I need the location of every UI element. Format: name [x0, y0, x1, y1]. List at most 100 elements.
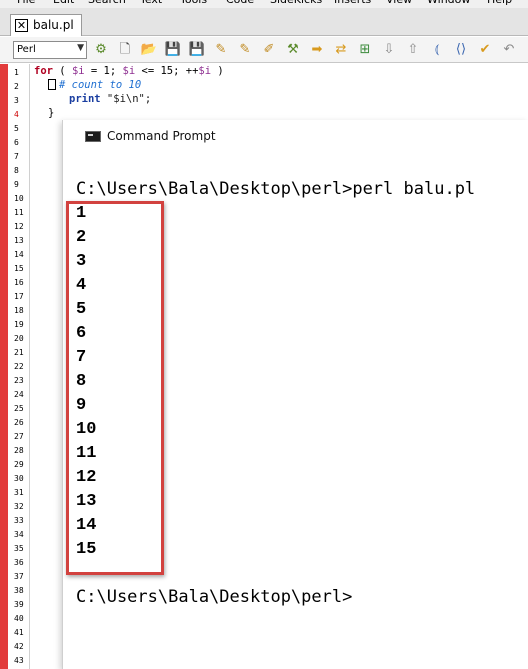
terminal-icon	[85, 131, 101, 142]
code-token: $i	[71, 65, 85, 77]
line-number: 14	[14, 250, 24, 259]
brush-icon[interactable]: ✐	[260, 41, 278, 59]
line-number: 43	[14, 656, 24, 665]
code-token: = 1;	[84, 65, 123, 77]
brace-open-icon[interactable]: ⦅	[428, 41, 446, 59]
line-number: 19	[14, 320, 24, 329]
menu-item-edit[interactable]: Edit	[53, 0, 74, 6]
prompt-command-line: C:\Users\Bala\Desktop\perl>perl balu.pl	[76, 179, 476, 199]
line-number: 4	[14, 110, 19, 119]
menu-item-file[interactable]: File	[17, 0, 35, 6]
new-file-icon[interactable]: 🗋	[116, 41, 134, 59]
chevron-down-icon: ▼	[77, 43, 84, 53]
menu-item-view[interactable]: View	[386, 0, 412, 6]
window-title: Command Prompt	[107, 129, 216, 143]
line-number: 29	[14, 460, 24, 469]
menu-item-inserts[interactable]: Inserts	[334, 0, 371, 6]
line-number: 1	[14, 68, 19, 77]
prompt-end-line: C:\Users\Bala\Desktop\perl>	[76, 587, 353, 607]
line-number: 34	[14, 530, 24, 539]
code-line: for ( $i = 1; $i <= 15; ++$i )	[34, 65, 224, 79]
menu-item-window[interactable]: Window	[427, 0, 470, 6]
mode-settings-icon[interactable]: ⚙	[92, 41, 110, 59]
code-token: # count to 10	[59, 79, 142, 91]
move-down-icon[interactable]: ⇩	[380, 41, 398, 59]
line-number: 32	[14, 502, 24, 511]
code-token: )	[211, 65, 224, 77]
code-token: print	[69, 93, 101, 105]
code-token: for	[34, 65, 53, 77]
save-icon[interactable]: 💾	[164, 41, 182, 59]
line-number: 35	[14, 544, 24, 553]
line-number: 40	[14, 614, 24, 623]
line-number: 41	[14, 628, 24, 637]
edit-mode-select[interactable]: Perl ▼	[13, 41, 87, 59]
menu-item-text[interactable]: Text	[140, 0, 162, 6]
menu-bar: File Edit Search Text Tools Code SideKicks Inse…	[0, 0, 528, 8]
line-number: 38	[14, 586, 24, 595]
line-number: 23	[14, 376, 24, 385]
line-number: 21	[14, 348, 24, 357]
command-prompt-window[interactable]: Command Prompt C:\Users\Bala\Desktop\per…	[62, 120, 528, 669]
fold-marker-icon[interactable]	[48, 79, 56, 90]
menu-item-code[interactable]: Code	[226, 0, 254, 6]
line-number: 3	[14, 96, 19, 105]
line-number: 10	[14, 194, 24, 203]
jedit-window: File Edit Search Text Tools Code SideKicks Inse…	[0, 0, 528, 669]
line-number: 26	[14, 418, 24, 427]
add-list-icon[interactable]: ⊞	[356, 41, 374, 59]
line-number: 22	[14, 362, 24, 371]
code-line: }	[48, 107, 54, 121]
code-line: print "$i\n";	[69, 93, 151, 107]
line-number: 28	[14, 446, 24, 455]
buffer-tab-strip: ✕ balu.pl	[0, 8, 528, 36]
save-all-icon[interactable]: 💾	[188, 41, 206, 59]
menu-item-search[interactable]: Search	[88, 0, 126, 6]
line-number: 20	[14, 334, 24, 343]
menu-item-tools[interactable]: Tools	[180, 0, 207, 6]
line-number: 36	[14, 558, 24, 567]
transfer-icon[interactable]: ⇄	[332, 41, 350, 59]
undo-icon[interactable]: ↶	[500, 41, 518, 59]
line-number: 6	[14, 138, 19, 147]
line-number: 18	[14, 306, 24, 315]
code-token: <= 15; ++	[135, 65, 199, 77]
output-highlight-box	[66, 201, 164, 575]
brace-swap-icon[interactable]: ⟨⟩	[452, 41, 470, 59]
code-token: (	[52, 65, 72, 77]
menu-item-help[interactable]: Help	[487, 0, 512, 6]
buffer-tab[interactable]: ✕ balu.pl	[10, 14, 82, 36]
line-gutter: 1 2 3 4 5 6 7 8 9 10 11 12 13 14 15 16 17 18 19 20 21 22 23 24 2…	[0, 64, 30, 669]
gutter-marker-bar	[0, 64, 8, 669]
line-number: 25	[14, 404, 24, 413]
tools-icon[interactable]: ⚒	[284, 41, 302, 59]
move-up-icon[interactable]: ⇧	[404, 41, 422, 59]
line-number: 8	[14, 166, 19, 175]
code-token: $i	[122, 65, 136, 77]
line-number: 27	[14, 432, 24, 441]
code-token: }	[48, 107, 55, 119]
line-number: 42	[14, 642, 24, 651]
line-number: 13	[14, 236, 24, 245]
line-number: 37	[14, 572, 24, 581]
close-icon[interactable]: ✕	[15, 19, 28, 32]
line-number: 5	[14, 124, 19, 133]
toolbar: Perl ▼ ⚙ 🗋 📂 💾 💾 ✎ ✎ ✐ ⚒ ➡ ⇄ ⊞ ⇩ ⇧ ⦅ ⟨⟩ …	[0, 37, 528, 63]
check-icon[interactable]: ✔	[476, 41, 494, 59]
line-number: 30	[14, 474, 24, 483]
open-folder-icon[interactable]: 📂	[140, 41, 158, 59]
edit-mode-value: Perl	[17, 44, 36, 55]
line-number: 11	[14, 208, 24, 217]
line-number: 33	[14, 516, 24, 525]
line-number: 2	[14, 82, 19, 91]
forward-arrow-icon[interactable]: ➡	[308, 41, 326, 59]
line-number: 16	[14, 278, 24, 287]
code-line: # count to 10	[48, 79, 141, 93]
line-number: 31	[14, 488, 24, 497]
line-number: 39	[14, 600, 24, 609]
marker-icon[interactable]: ✎	[236, 41, 254, 59]
edit-pencil-icon[interactable]: ✎	[212, 41, 230, 59]
command-prompt-titlebar[interactable]: Command Prompt	[63, 120, 528, 154]
code-token: $i	[198, 65, 212, 77]
menu-item-sidekicks[interactable]: SideKicks	[270, 0, 322, 6]
